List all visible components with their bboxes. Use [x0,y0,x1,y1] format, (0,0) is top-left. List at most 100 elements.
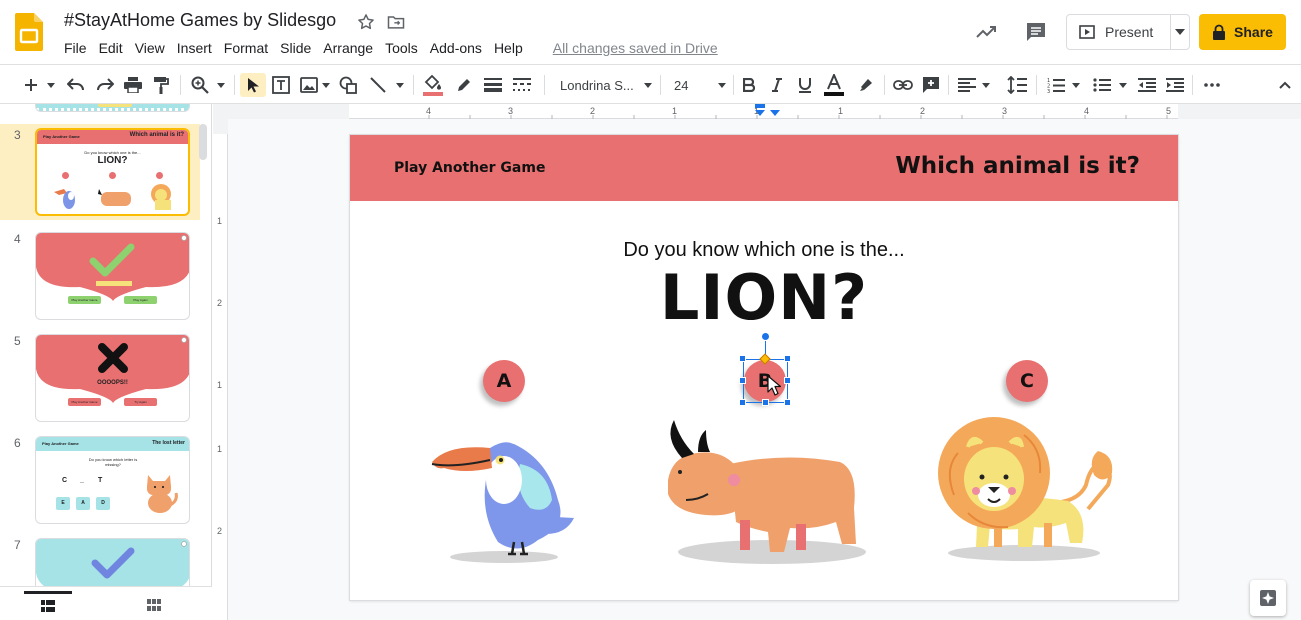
option-a-circle[interactable]: A [483,360,525,402]
share-button[interactable]: Share [1199,14,1286,50]
fill-color-button[interactable] [421,73,445,97]
menu-insert[interactable]: Insert [171,40,218,56]
resize-handle-w[interactable] [739,377,746,384]
move-to-folder-icon[interactable] [386,12,406,32]
ruler-label: 2 [920,106,926,116]
font-family-select[interactable]: Londrina S... [556,74,652,96]
add-comment-button[interactable] [919,73,943,97]
thumb-button: Try Again [124,398,157,406]
star-icon[interactable] [356,12,376,32]
chevron-down-icon [322,82,330,88]
lion-image[interactable] [938,413,1118,567]
text-box-button[interactable] [269,73,293,97]
bold-button[interactable] [738,73,760,97]
resize-handle-se[interactable] [784,399,791,406]
zoom-button[interactable] [188,73,212,97]
align-dropdown[interactable] [980,73,992,97]
menu-slide[interactable]: Slide [274,40,317,56]
underline-button[interactable] [794,73,816,97]
play-another-game-text[interactable]: Play Another Game [394,160,545,176]
paint-format-button[interactable] [149,73,173,97]
text-color-icon [824,74,844,96]
vertical-ruler[interactable]: 1 2 1 1 2 [213,104,228,620]
numbered-list-dropdown[interactable] [1070,73,1082,97]
border-dash-button[interactable] [510,73,534,97]
resize-handle-sw[interactable] [739,399,746,406]
comment-icon[interactable] [1024,20,1048,44]
zoom-dropdown[interactable] [214,73,228,97]
border-color-button[interactable] [452,73,476,97]
bulleted-list-button[interactable] [1090,73,1114,97]
align-button[interactable] [955,73,979,97]
toucan-image[interactable] [428,430,578,568]
resize-handle-s[interactable] [762,399,769,406]
thumb-animals-image [54,184,171,210]
menu-file[interactable]: File [58,40,93,56]
line-spacing-button[interactable] [1005,73,1029,97]
decrease-indent-button[interactable] [1135,73,1159,97]
save-status-link[interactable]: All changes saved in Drive [553,40,718,56]
filmstrip-scrollbar[interactable] [199,124,207,160]
menu-arrange[interactable]: Arrange [317,40,379,56]
document-title[interactable]: #StayAtHome Games by Slidesgo [64,10,336,31]
slide-title[interactable]: Which animal is it? [895,153,1140,179]
filmstrip-view-button[interactable] [24,591,72,617]
rhino-image[interactable] [664,418,876,566]
activity-trend-icon[interactable] [974,20,998,44]
undo-button[interactable] [64,73,88,97]
resize-handle-e[interactable] [784,377,791,384]
option-c-circle[interactable]: C [1006,360,1048,402]
line-button[interactable] [366,73,390,97]
plus-icon [25,79,37,91]
grid-view-button[interactable] [130,593,178,617]
redo-button[interactable] [93,73,117,97]
more-options-button[interactable] [1200,73,1224,97]
highlight-color-button[interactable] [854,73,878,97]
menu-help[interactable]: Help [488,40,529,56]
present-label: Present [1105,24,1154,40]
collapse-toolbar-button[interactable] [1273,73,1297,97]
horizontal-ruler[interactable]: 4 3 2 1 1 1 2 3 4 5 [227,104,1301,119]
text-color-button[interactable] [822,73,846,97]
slide-thumbnail-6[interactable]: 6 Play Another Game The lost letter Do y… [0,432,200,528]
line-dropdown[interactable] [394,73,406,97]
canvas-scrollbar[interactable] [1286,120,1301,616]
indent-marker-icon[interactable] [753,104,783,118]
select-tool-button[interactable] [240,73,266,97]
slide-thumbnail-3[interactable]: 3 Play Another Game Which animal is it? … [0,124,200,220]
lion-question-text[interactable]: LION? [350,261,1178,334]
font-size-select[interactable]: 24 [670,74,726,96]
print-button[interactable] [121,73,145,97]
border-weight-button[interactable] [481,73,505,97]
image-dropdown[interactable] [320,73,332,97]
present-button[interactable]: Present [1067,15,1171,49]
bulleted-list-dropdown[interactable] [1117,73,1129,97]
italic-button[interactable] [766,73,788,97]
line-spacing-icon [1007,76,1027,94]
menu-tools[interactable]: Tools [379,40,424,56]
shape-button[interactable] [336,73,360,97]
slide-thumbnail-4[interactable]: 4 Play Another Game Play Again [0,228,200,324]
present-dropdown[interactable] [1171,15,1189,49]
slides-logo-icon[interactable] [15,13,43,51]
resize-handle-ne[interactable] [784,355,791,362]
new-slide-dropdown[interactable] [44,73,58,97]
explore-button[interactable] [1250,580,1286,616]
increase-indent-button[interactable] [1163,73,1187,97]
menu-view[interactable]: View [129,40,171,56]
question-text[interactable]: Do you know which one is the... [350,239,1178,262]
rotate-handle[interactable] [761,332,770,341]
resize-handle-nw[interactable] [739,355,746,362]
menu-format[interactable]: Format [218,40,274,56]
new-slide-button[interactable] [20,73,42,97]
slide-number: 5 [14,334,21,348]
menu-edit[interactable]: Edit [93,40,129,56]
slide-thumbnail-5[interactable]: 5 OOOOPS!! Play Another Game Try Again [0,330,200,426]
thumb-button: Play Another Game [68,296,101,304]
menu-addons[interactable]: Add-ons [424,40,488,56]
insert-link-button[interactable] [891,73,915,97]
numbered-list-button[interactable]: 123 [1044,73,1068,97]
insert-image-button[interactable] [297,73,321,97]
slide-thumbnail-partial[interactable] [0,104,200,116]
font-size-value: 24 [674,77,689,93]
